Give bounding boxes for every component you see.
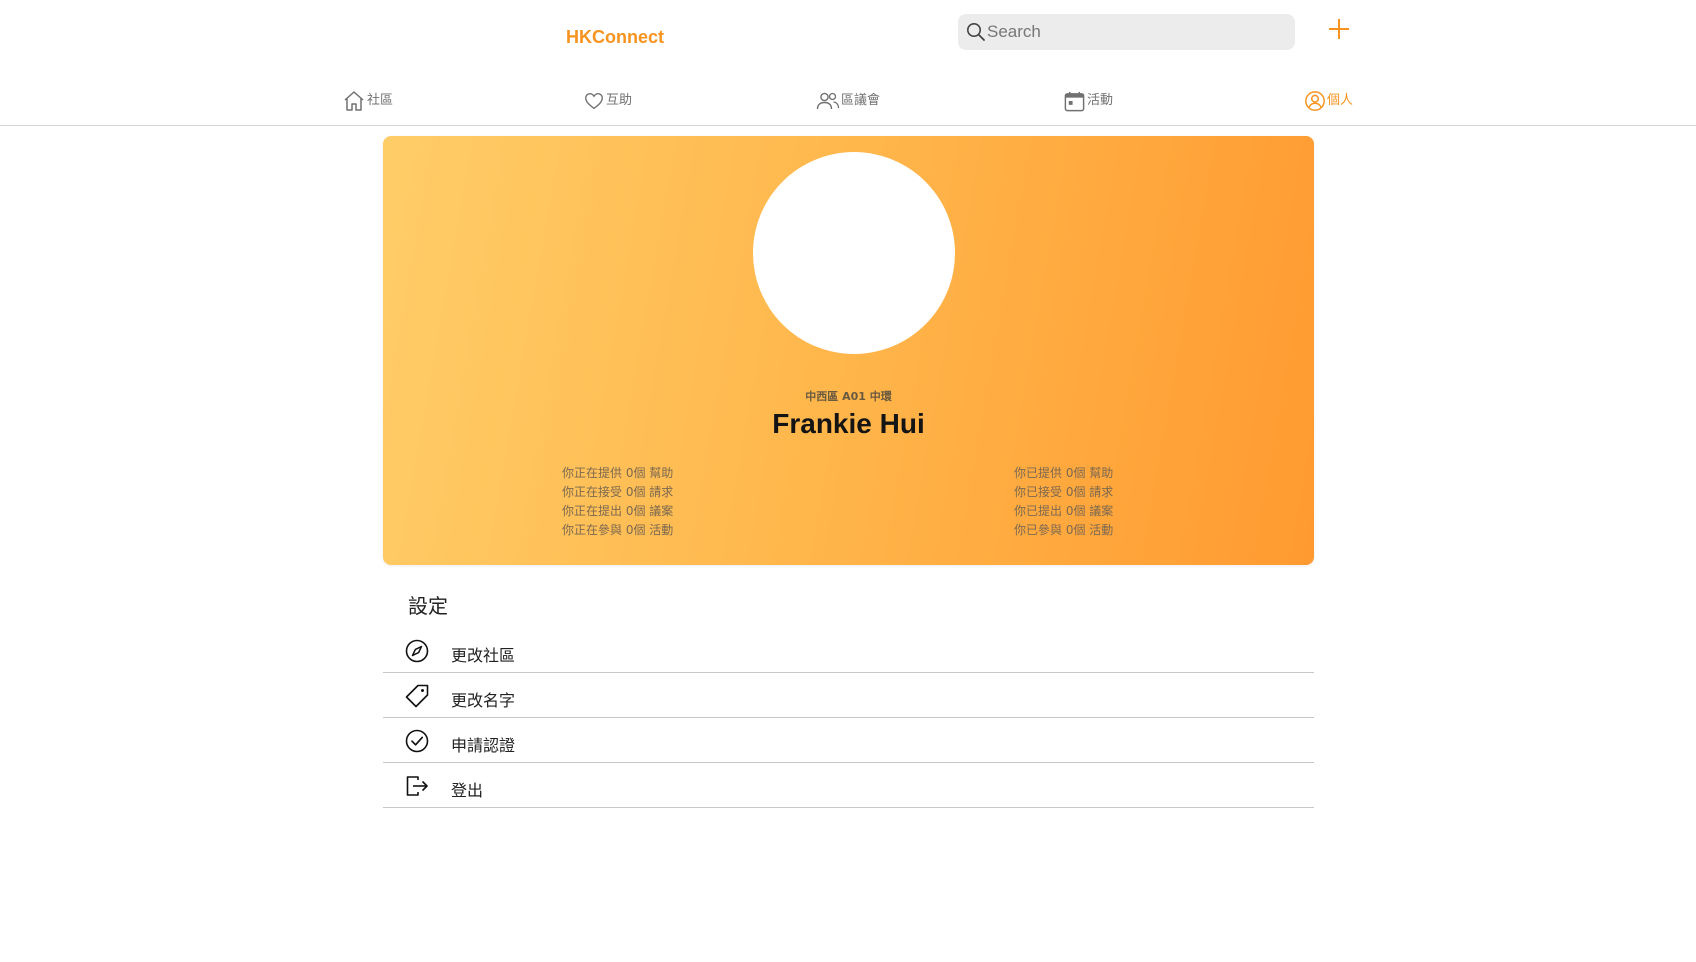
nav-tab-label: 活動: [1087, 92, 1114, 108]
nav-tab-events[interactable]: 活動: [1063, 87, 1113, 115]
search-input[interactable]: [987, 20, 1282, 44]
nav-tab-district-council[interactable]: 區議會: [816, 87, 880, 115]
check-circle-icon: [405, 729, 429, 753]
add-button[interactable]: [1326, 16, 1352, 42]
stat-line: 你已接受 0個 請求: [1014, 485, 1114, 499]
user-name: Frankie Hui: [772, 408, 925, 439]
tag-icon: [405, 684, 429, 708]
stat-line: 你正在參與 0個 活動: [562, 523, 674, 537]
search-icon: [967, 23, 985, 41]
logout-button[interactable]: 登出: [383, 763, 1314, 808]
past-stats: 你已提供 0個 幫助 你已接受 0個 請求 你已提出 0個 議案 你已參與 0個…: [1014, 464, 1113, 540]
profile-card: 中西區 A01 中環 Frankie Hui 你正在提供 0個 幫助 你正在接受…: [383, 136, 1314, 565]
district-label: 中西區 A01 中環: [805, 390, 892, 403]
setting-label: 更改社區: [451, 646, 516, 665]
top-bar: HKConnect 社區 互助 區議會: [0, 0, 1696, 126]
home-icon: [344, 91, 364, 111]
calendar-icon: [1064, 91, 1085, 111]
nav-tab-label: 互助: [606, 92, 633, 108]
logout-icon: [406, 776, 428, 796]
nav-tab-community[interactable]: 社區: [342, 87, 393, 115]
current-stats: 你正在提供 0個 幫助 你正在接受 0個 請求 你正在提出 0個 議案 你正在參…: [562, 464, 673, 540]
setting-label: 登出: [451, 781, 484, 800]
setting-label: 更改名字: [451, 691, 516, 710]
compass-icon: [405, 639, 429, 663]
stat-line: 你已參與 0個 活動: [1014, 523, 1114, 537]
nav-tab-mutual-help[interactable]: 互助: [583, 87, 632, 115]
settings-title: 設定: [408, 594, 448, 618]
setting-label: 申請認證: [451, 736, 516, 755]
apply-verification-button[interactable]: 申請認證: [383, 718, 1314, 763]
nav-tab-label: 個人: [1327, 92, 1354, 108]
stat-line: 你已提出 0個 議案: [1014, 504, 1114, 518]
brand-logo[interactable]: HKConnect: [566, 27, 664, 48]
avatar[interactable]: [753, 152, 955, 354]
stat-line: 你正在提供 0個 幫助: [562, 466, 674, 480]
user-circle-icon: [1305, 91, 1325, 111]
change-community-button[interactable]: 更改社區: [383, 628, 1314, 673]
search-bar[interactable]: [958, 14, 1295, 50]
nav-tab-label: 區議會: [841, 92, 881, 108]
plus-icon: [1329, 19, 1349, 39]
settings-list: 更改社區 更改名字 申請認證 登出: [383, 628, 1314, 808]
people-icon: [816, 92, 840, 110]
nav-tab-label: 社區: [367, 92, 394, 108]
nav-tab-personal[interactable]: 個人: [1304, 87, 1353, 115]
stat-line: 你正在接受 0個 請求: [562, 485, 674, 499]
change-name-button[interactable]: 更改名字: [383, 673, 1314, 718]
stat-line: 你已提供 0個 幫助: [1014, 466, 1114, 480]
stat-line: 你正在提出 0個 議案: [562, 504, 674, 518]
heart-icon: [585, 92, 603, 110]
